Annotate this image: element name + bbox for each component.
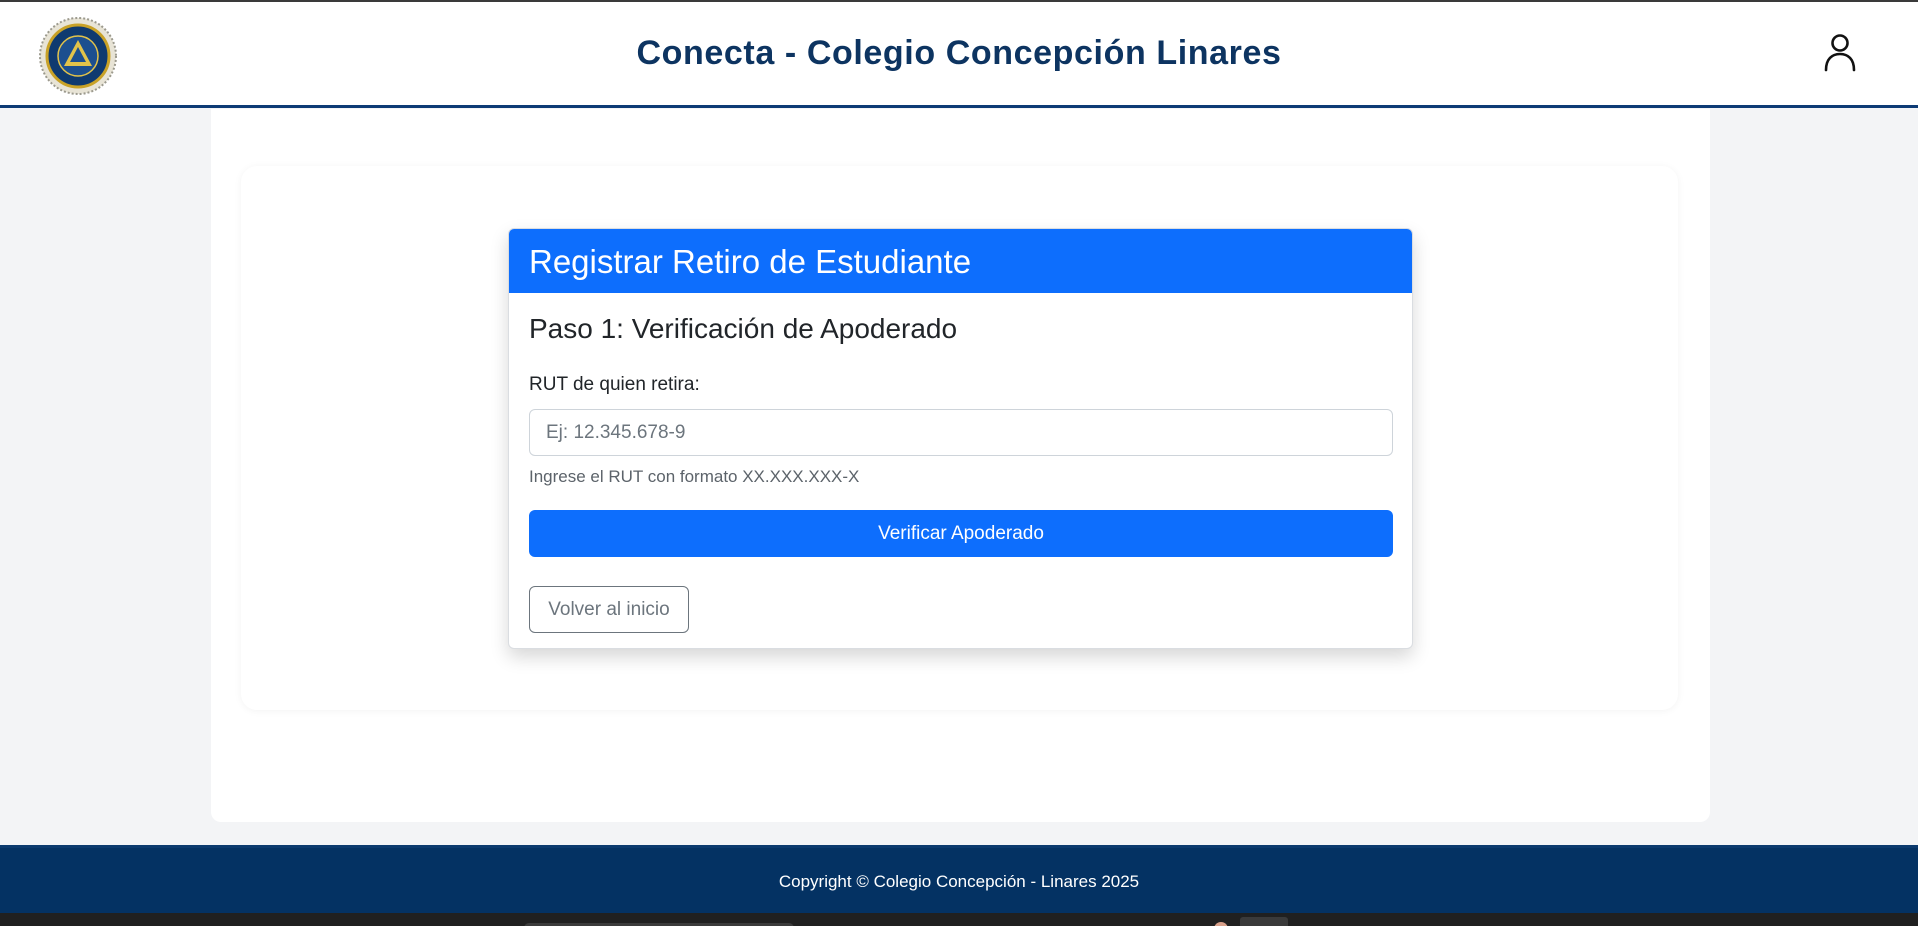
rut-help-text: Ingrese el RUT con formato XX.XXX.XXX-X: [529, 467, 860, 486]
withdrawal-card: Registrar Retiro de Estudiante Paso 1: V…: [508, 228, 1413, 649]
top-navbar: Conecta - Colegio Concepción Linares: [0, 2, 1918, 108]
copyright-text: Copyright © Colegio Concepción - Linares…: [778, 872, 1140, 891]
footer: Copyright © Colegio Concepción - Linares…: [0, 845, 1918, 913]
app-title: Conecta - Colegio Concepción Linares: [636, 34, 1282, 72]
taskbar-app[interactable]: [1240, 917, 1288, 926]
back-to-home-button[interactable]: Volver al inicio: [529, 586, 689, 633]
rut-input[interactable]: [529, 409, 1393, 456]
os-taskbar: [0, 913, 1918, 926]
verify-guardian-button[interactable]: Verificar Apoderado: [529, 510, 1393, 557]
step-title: Paso 1: Verificación de Apoderado: [529, 313, 958, 344]
user-icon: [1824, 34, 1856, 72]
user-menu-button[interactable]: [1820, 32, 1860, 74]
card-title: Registrar Retiro de Estudiante: [509, 229, 1412, 293]
taskbar-avatar[interactable]: [1214, 922, 1228, 926]
rut-label: RUT de quien retira:: [529, 374, 700, 395]
